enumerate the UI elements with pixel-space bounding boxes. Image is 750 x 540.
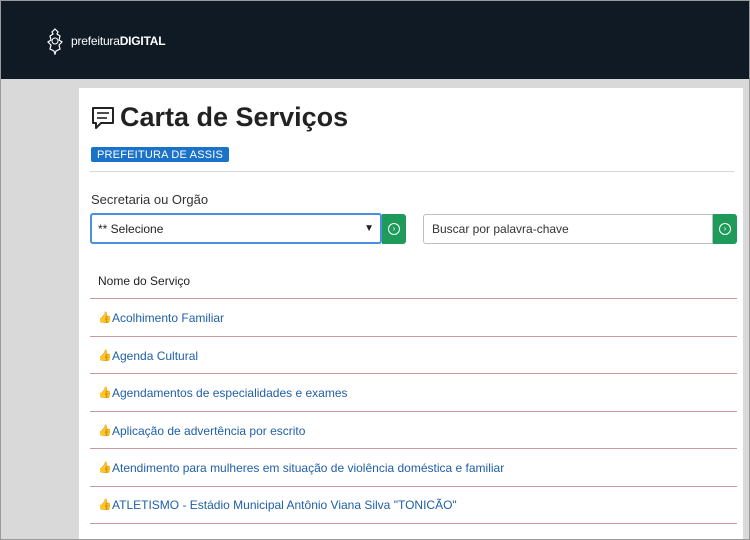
speech-bubble-icon — [92, 106, 114, 129]
service-name: Agenda Cultural — [112, 349, 199, 363]
secretaria-select-value: ** Selecione — [98, 221, 164, 236]
thumbs-up-icon: 👍 — [98, 349, 112, 362]
keyword-search-input[interactable] — [423, 214, 713, 244]
service-link[interactable]: 👍 ATLETISMO - Estádio Municipal Antônio … — [98, 498, 457, 512]
row-divider — [90, 448, 737, 449]
row-divider — [90, 411, 737, 412]
service-name: Acolhimento Familiar — [112, 311, 225, 325]
row-divider — [90, 523, 737, 524]
service-link[interactable]: 👍 Agenda Cultural — [98, 349, 198, 363]
main-content: Carta de Serviços PREFEITURA DE ASSIS Se… — [79, 88, 743, 539]
page-title-row: Carta de Serviços — [90, 102, 348, 133]
row-divider — [90, 298, 737, 299]
secretaria-go-button[interactable]: › — [382, 214, 406, 244]
right-gutter — [743, 79, 749, 539]
search-go-button[interactable]: › — [713, 214, 737, 244]
top-gutter — [79, 79, 749, 88]
circle-chevron-right-icon: › — [719, 223, 731, 235]
service-name: Atendimento para mulheres em situação de… — [112, 461, 505, 475]
thumbs-up-icon: 👍 — [98, 424, 112, 437]
row-divider — [90, 486, 737, 487]
row-divider — [90, 336, 737, 337]
page-title: Carta de Serviços — [120, 102, 349, 132]
brand-name-bold: DIGITAL — [119, 34, 166, 48]
service-link[interactable]: 👍 Aplicação de advertência por escrito — [98, 424, 305, 438]
service-name: Aplicação de advertência por escrito — [112, 424, 306, 438]
secretaria-label: Secretaria ou Orgão — [91, 192, 209, 207]
thumbs-up-icon: 👍 — [98, 461, 112, 474]
thumbs-up-icon: 👍 — [98, 311, 112, 324]
divider — [90, 171, 734, 172]
secretaria-select[interactable]: ** Selecione ▼ — [90, 213, 382, 244]
service-link[interactable]: 👍 Acolhimento Familiar — [98, 311, 224, 325]
brand[interactable]: prefeituraDIGITAL — [45, 27, 166, 55]
service-link[interactable]: 👍 Agendamentos de especialidades e exame… — [98, 386, 348, 400]
service-column-header: Nome do Serviço — [98, 274, 191, 288]
top-navbar: prefeituraDIGITAL — [1, 1, 749, 79]
service-name: ATLETISMO - Estádio Municipal Antônio Vi… — [112, 498, 457, 512]
row-divider — [90, 373, 737, 374]
brand-name: prefeituraDIGITAL — [71, 34, 166, 48]
app-frame: prefeituraDIGITAL Carta de Serviços PREF… — [0, 0, 750, 540]
coat-of-arms-icon — [47, 28, 63, 55]
chevron-down-icon: ▼ — [364, 223, 374, 234]
left-gutter — [1, 79, 79, 539]
organization-badge: PREFEITURA DE ASSIS — [91, 147, 230, 162]
service-name: Agendamentos de especialidades e exames — [112, 386, 348, 400]
brand-name-light: prefeitura — [71, 34, 120, 48]
circle-chevron-right-icon: › — [388, 223, 400, 235]
service-link[interactable]: 👍 Atendimento para mulheres em situação … — [98, 461, 504, 475]
thumbs-up-icon: 👍 — [98, 498, 112, 511]
thumbs-up-icon: 👍 — [98, 386, 112, 399]
